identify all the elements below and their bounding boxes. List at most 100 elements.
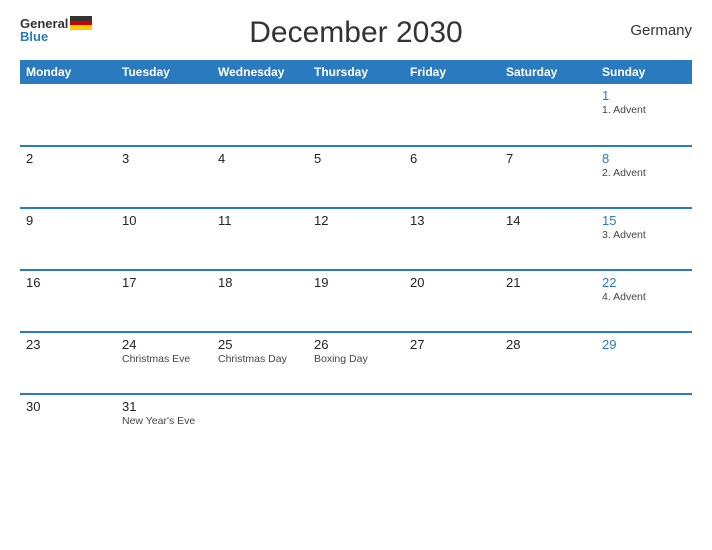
- col-tuesday: Tuesday: [116, 60, 212, 84]
- calendar-week-row: 2324Christmas Eve25Christmas Day26Boxing…: [20, 332, 692, 394]
- calendar-cell: 5: [308, 146, 404, 208]
- calendar-week-row: 16 17 18 19 20 21 224. Advent: [20, 270, 692, 332]
- day-number: 29: [602, 337, 686, 352]
- calendar-week-row: 23456782. Advent: [20, 146, 692, 208]
- calendar-cell: [500, 394, 596, 456]
- calendar-cell: 224. Advent: [596, 270, 692, 332]
- calendar-cell: 11: [212, 208, 308, 270]
- day-event: Christmas Eve: [122, 353, 206, 365]
- day-number: 13: [410, 213, 494, 228]
- calendar-cell: [308, 84, 404, 146]
- day-event: Christmas Day: [218, 353, 302, 365]
- day-event: 3. Advent: [602, 229, 686, 241]
- calendar-cell: 13: [404, 208, 500, 270]
- calendar-header-row: Monday Tuesday Wednesday Thursday Friday…: [20, 60, 692, 84]
- calendar-cell: 29: [596, 332, 692, 394]
- day-number: 27: [410, 337, 494, 352]
- day-number: 23: [26, 337, 110, 352]
- day-number: 6: [410, 151, 494, 166]
- calendar-cell: [212, 84, 308, 146]
- calendar-cell: 25Christmas Day: [212, 332, 308, 394]
- calendar-cell: 12: [308, 208, 404, 270]
- calendar-cell: 7: [500, 146, 596, 208]
- calendar-table: Monday Tuesday Wednesday Thursday Friday…: [20, 60, 692, 456]
- day-number: 9: [26, 213, 110, 228]
- calendar-cell: 26Boxing Day: [308, 332, 404, 394]
- calendar-cell: 17: [116, 270, 212, 332]
- logo-blue-text: Blue: [20, 30, 92, 43]
- calendar-cell: 3: [116, 146, 212, 208]
- day-number: 8: [602, 151, 686, 166]
- calendar-cell: 9: [20, 208, 116, 270]
- page-title: December 2030: [249, 16, 462, 50]
- calendar-cell: 18: [212, 270, 308, 332]
- logo-general-text: General: [20, 17, 68, 30]
- day-event: 4. Advent: [602, 291, 686, 303]
- calendar-cell: 2: [20, 146, 116, 208]
- calendar-cell: 20: [404, 270, 500, 332]
- calendar-cell: 153. Advent: [596, 208, 692, 270]
- day-number: 31: [122, 399, 206, 414]
- day-number: 25: [218, 337, 302, 352]
- day-number: 1: [602, 88, 686, 103]
- day-number: 7: [506, 151, 590, 166]
- col-wednesday: Wednesday: [212, 60, 308, 84]
- calendar-cell: [404, 84, 500, 146]
- logo: General Blue: [20, 16, 92, 43]
- day-number: 19: [314, 275, 398, 290]
- calendar-cell: [116, 84, 212, 146]
- day-number: 15: [602, 213, 686, 228]
- country-label: Germany: [630, 22, 692, 39]
- calendar-cell: [212, 394, 308, 456]
- day-number: 30: [26, 399, 110, 414]
- calendar-cell: [20, 84, 116, 146]
- page: General Blue December 2030 Germany Monda…: [0, 0, 712, 550]
- day-number: 5: [314, 151, 398, 166]
- calendar-cell: 16: [20, 270, 116, 332]
- calendar-cell: [404, 394, 500, 456]
- calendar-cell: [500, 84, 596, 146]
- logo-flag-icon: [70, 16, 92, 30]
- calendar-cell: 27: [404, 332, 500, 394]
- calendar-cell: 23: [20, 332, 116, 394]
- day-number: 16: [26, 275, 110, 290]
- day-number: 12: [314, 213, 398, 228]
- day-number: 21: [506, 275, 590, 290]
- calendar-cell: 10: [116, 208, 212, 270]
- calendar-cell: 31New Year's Eve: [116, 394, 212, 456]
- day-number: 22: [602, 275, 686, 290]
- calendar-cell: 21: [500, 270, 596, 332]
- day-number: 17: [122, 275, 206, 290]
- day-number: 24: [122, 337, 206, 352]
- col-thursday: Thursday: [308, 60, 404, 84]
- day-number: 4: [218, 151, 302, 166]
- calendar-cell: 82. Advent: [596, 146, 692, 208]
- calendar-cell: 6: [404, 146, 500, 208]
- day-number: 2: [26, 151, 110, 166]
- day-number: 3: [122, 151, 206, 166]
- day-event: 1. Advent: [602, 104, 686, 116]
- calendar-cell: 24Christmas Eve: [116, 332, 212, 394]
- calendar-week-row: 9 10 11 12 13 14 153. Advent: [20, 208, 692, 270]
- calendar-cell: 28: [500, 332, 596, 394]
- calendar-cell: 11. Advent: [596, 84, 692, 146]
- calendar-cell: [308, 394, 404, 456]
- calendar-cell: [596, 394, 692, 456]
- col-monday: Monday: [20, 60, 116, 84]
- day-number: 28: [506, 337, 590, 352]
- calendar-cell: 14: [500, 208, 596, 270]
- day-number: 10: [122, 213, 206, 228]
- calendar-week-row: 30 31New Year's Eve: [20, 394, 692, 456]
- calendar-cell: 4: [212, 146, 308, 208]
- day-number: 18: [218, 275, 302, 290]
- day-number: 14: [506, 213, 590, 228]
- day-number: 11: [218, 213, 302, 228]
- header: General Blue December 2030 Germany: [20, 16, 692, 50]
- day-number: 26: [314, 337, 398, 352]
- col-saturday: Saturday: [500, 60, 596, 84]
- col-friday: Friday: [404, 60, 500, 84]
- calendar-cell: 30: [20, 394, 116, 456]
- day-event: 2. Advent: [602, 167, 686, 179]
- calendar-cell: 19: [308, 270, 404, 332]
- day-event: Boxing Day: [314, 353, 398, 365]
